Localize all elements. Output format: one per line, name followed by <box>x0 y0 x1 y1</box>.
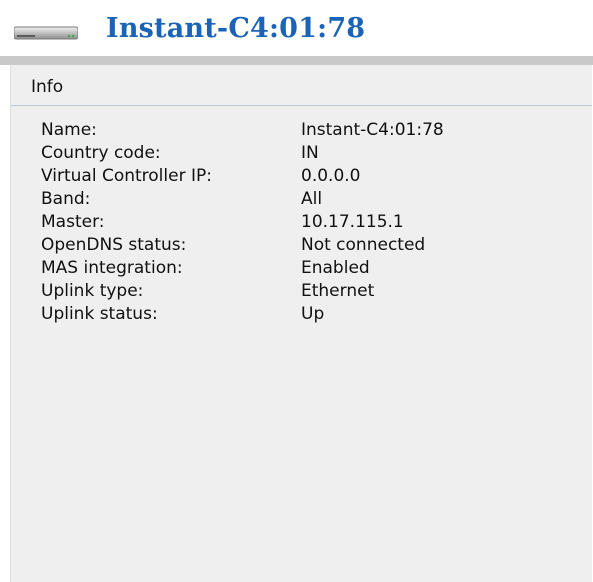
info-panel-divider <box>11 105 592 106</box>
info-label: Master: <box>41 212 105 232</box>
info-label: Uplink type: <box>41 281 144 301</box>
info-value: Up <box>301 304 325 324</box>
info-panel-header: Info <box>11 65 592 105</box>
info-row-virtual-controller-ip: Virtual Controller IP: 0.0.0.0 <box>11 166 592 189</box>
info-row-name: Name: Instant-C4:01:78 <box>11 120 592 143</box>
page-header: Instant-C4:01:78 <box>0 0 593 56</box>
header-divider <box>0 56 593 65</box>
info-value: 0.0.0.0 <box>301 166 361 186</box>
page-title: Instant-C4:01:78 <box>106 13 366 44</box>
info-value: Enabled <box>301 258 370 278</box>
info-label: Name: <box>41 120 97 140</box>
info-panel: Info Name: Instant-C4:01:78 Country code… <box>10 65 592 582</box>
info-label: Band: <box>41 189 91 209</box>
info-row-uplink-type: Uplink type: Ethernet <box>11 281 592 304</box>
device-icon <box>14 26 78 40</box>
info-value: Instant-C4:01:78 <box>301 120 444 140</box>
info-row-uplink-status: Uplink status: Up <box>11 304 592 327</box>
info-value: Ethernet <box>301 281 375 301</box>
info-row-country-code: Country code: IN <box>11 143 592 166</box>
info-value: IN <box>301 143 319 163</box>
info-row-band: Band: All <box>11 189 592 212</box>
info-label: MAS integration: <box>41 258 183 278</box>
info-row-mas-integration: MAS integration: Enabled <box>11 258 592 281</box>
info-value: Not connected <box>301 235 426 255</box>
info-label: OpenDNS status: <box>41 235 187 255</box>
info-label: Country code: <box>41 143 161 163</box>
info-label: Virtual Controller IP: <box>41 166 212 186</box>
info-panel-title: Info <box>31 77 64 97</box>
info-value: 10.17.115.1 <box>301 212 404 232</box>
info-value: All <box>301 189 323 209</box>
info-row-master: Master: 10.17.115.1 <box>11 212 592 235</box>
info-label: Uplink status: <box>41 304 158 324</box>
info-row-opendns-status: OpenDNS status: Not connected <box>11 235 592 258</box>
